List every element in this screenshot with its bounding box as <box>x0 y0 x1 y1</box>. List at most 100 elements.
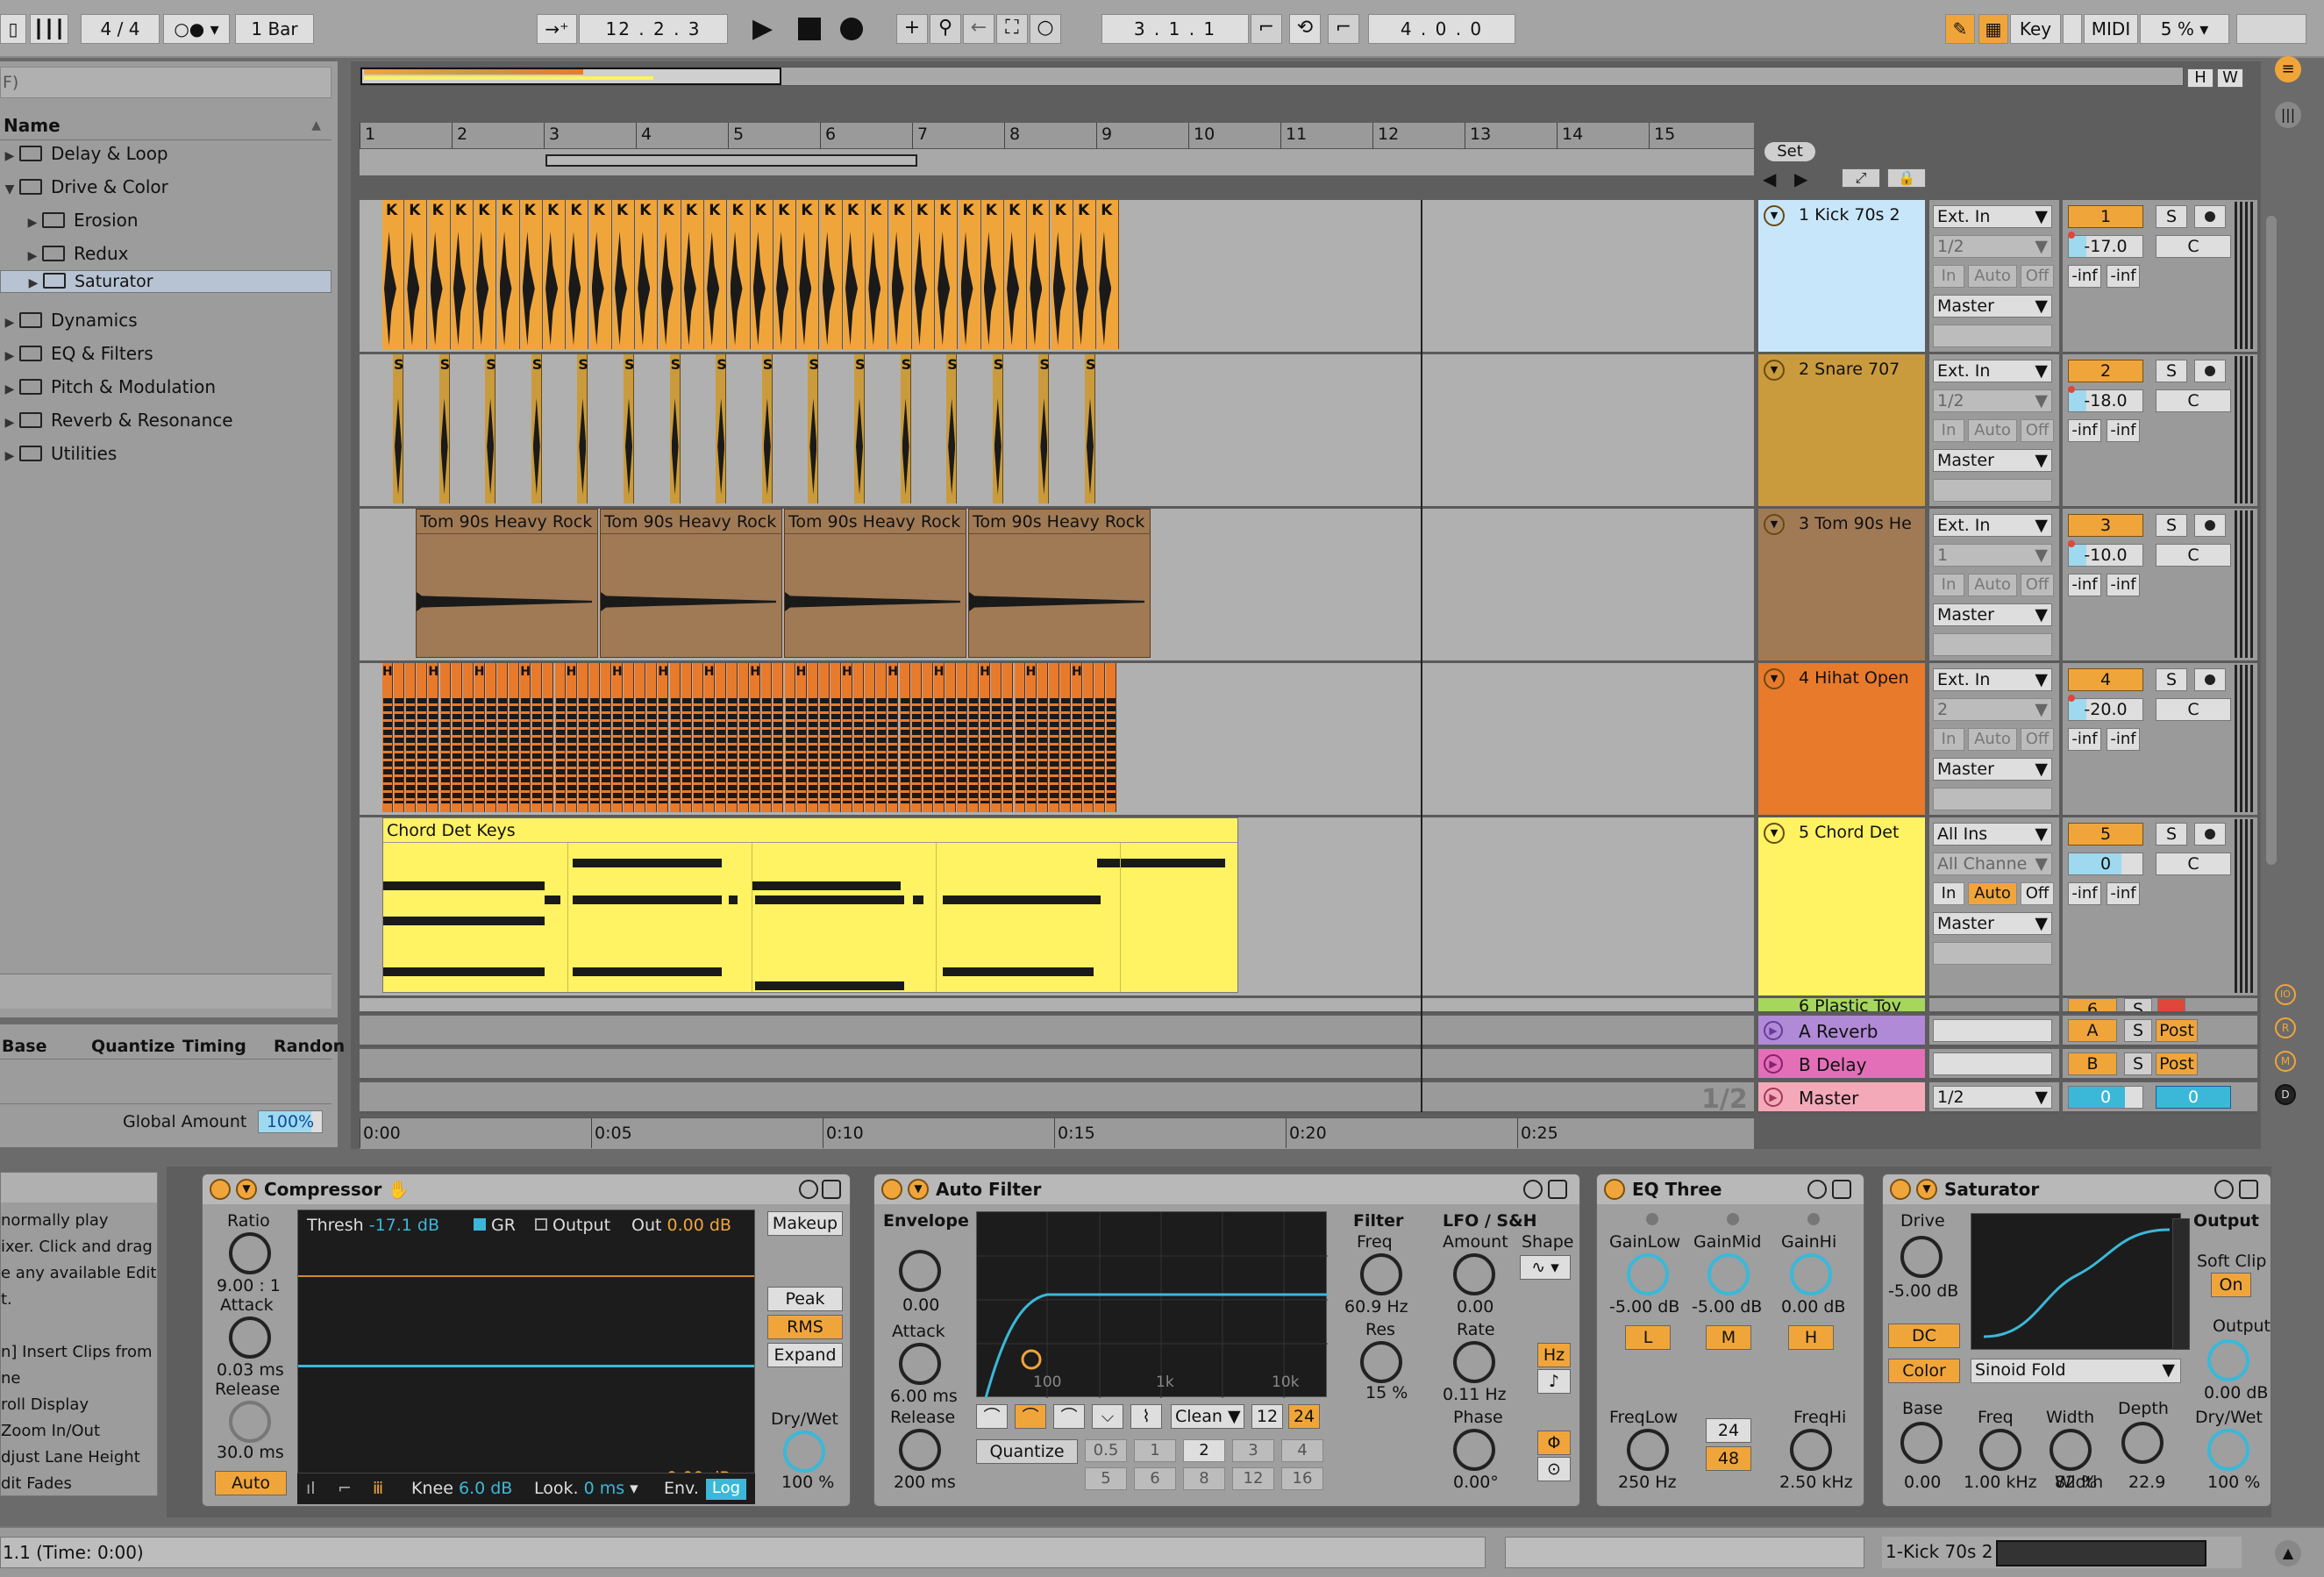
midi-note[interactable] <box>729 896 738 904</box>
audio-clip[interactable] <box>624 663 635 812</box>
fold-icon[interactable]: ▶ <box>1764 1021 1783 1040</box>
quantize-value[interactable]: 5 <box>1085 1467 1127 1490</box>
capture-icon[interactable]: ⛶ <box>996 14 1028 44</box>
draw-mode-icon[interactable]: ✎ <box>1945 14 1975 44</box>
master-pan-field[interactable]: 0 <box>2156 1086 2231 1109</box>
monitor-off-button[interactable]: Off <box>2021 419 2054 442</box>
audio-clip[interactable] <box>1014 663 1025 812</box>
audio-clip[interactable]: H <box>1072 663 1082 812</box>
track-lane-plastic-toy[interactable] <box>360 998 1754 1014</box>
mixer-toggle-icon[interactable]: ||| <box>2275 102 2301 128</box>
fold-icon[interactable]: ▼ <box>1764 514 1785 535</box>
slope-24-button[interactable]: 24 <box>1288 1404 1320 1429</box>
track-lane-chord[interactable]: Chord Det Keys <box>360 817 1754 998</box>
peak-right[interactable]: -inf <box>2107 419 2140 442</box>
output-select[interactable]: Master ▼ <box>1933 603 2052 626</box>
peak-left[interactable]: -inf <box>2068 265 2101 288</box>
audio-clip[interactable]: K <box>428 200 451 349</box>
gain-mid-knob[interactable] <box>1707 1253 1750 1295</box>
track-name[interactable]: 5 Chord Det <box>1799 823 1899 842</box>
audio-clip[interactable]: K <box>382 200 404 349</box>
monitor-off-button[interactable]: Off <box>2021 728 2054 751</box>
makeup-button[interactable]: Makeup <box>767 1211 843 1236</box>
audio-clip[interactable] <box>957 663 967 812</box>
audio-clip[interactable] <box>417 663 428 812</box>
audio-clip[interactable] <box>485 663 496 812</box>
track-activator[interactable]: B <box>2068 1053 2117 1075</box>
audio-clip[interactable]: K <box>820 200 843 349</box>
browser-item[interactable]: ▶ EQ & Filters <box>0 337 331 370</box>
midi-note[interactable] <box>573 967 722 976</box>
low-on-button[interactable]: L <box>1625 1325 1671 1350</box>
audio-clip[interactable] <box>853 663 865 812</box>
browser-item[interactable]: ▶ Redux <box>0 237 331 270</box>
quantize-value[interactable]: 1 <box>1134 1439 1176 1462</box>
audio-clip[interactable]: S <box>854 354 866 503</box>
audio-clip[interactable]: S <box>393 354 404 503</box>
audio-clip[interactable] <box>945 663 956 812</box>
input-channel-select[interactable]: 1/2 ▼ <box>1933 389 2052 412</box>
metronome-grid-icon[interactable]: ┃┃┃ <box>30 14 68 44</box>
midi-note[interactable] <box>1097 859 1225 867</box>
track-name[interactable]: 4 Hihat Open <box>1799 668 1909 688</box>
device-on-icon[interactable] <box>1604 1179 1625 1200</box>
audio-clip[interactable]: K <box>1005 200 1028 349</box>
return-lane-delay[interactable] <box>360 1049 1754 1081</box>
audio-clip[interactable]: K <box>959 200 981 349</box>
track-header[interactable]: ▼ 1 Kick 70s 2 <box>1758 200 1925 354</box>
loop-switch-icon[interactable]: ⟲ <box>1289 14 1321 44</box>
record-icon[interactable] <box>840 18 863 40</box>
volume-field[interactable]: -18.0 <box>2068 389 2143 412</box>
rate-hz-button[interactable]: Hz <box>1537 1343 1571 1367</box>
fold-icon[interactable]: ▼ <box>1764 823 1785 844</box>
auto-release-button[interactable]: Auto <box>215 1471 287 1495</box>
expand-icon[interactable]: ▶ <box>0 439 19 473</box>
audio-clip[interactable]: K <box>1028 200 1051 349</box>
pan-field[interactable]: C <box>2156 235 2231 258</box>
audio-clip[interactable] <box>830 663 841 812</box>
hi-on-button[interactable]: H <box>1788 1325 1834 1350</box>
compressor-display[interactable]: Thresh -17.1 dB GR Output Out 0.00 dB 0.… <box>297 1210 755 1497</box>
audio-clip[interactable] <box>910 663 922 812</box>
browser-item[interactable]: ▶ Delay & Loop <box>0 137 331 170</box>
audio-clip[interactable]: K <box>844 200 866 349</box>
fold-icon[interactable]: ▼ <box>236 1179 257 1200</box>
next-locator-icon[interactable]: ▶ <box>1794 168 1807 189</box>
device-overview-thumbnails[interactable] <box>1996 1540 2206 1566</box>
audio-clip[interactable] <box>692 663 703 812</box>
loop-brace[interactable] <box>545 154 917 167</box>
audio-clip[interactable] <box>439 663 451 812</box>
monitor-off-button[interactable]: Off <box>2021 265 2054 288</box>
audio-clip[interactable] <box>818 663 830 812</box>
arm-icon[interactable] <box>2194 514 2226 537</box>
global-amount-field[interactable]: 100% <box>258 1110 323 1133</box>
track-name[interactable]: 3 Tom 90s He <box>1799 514 1912 533</box>
audio-clip[interactable] <box>991 663 1002 812</box>
track-header[interactable]: ▼ 3 Tom 90s He <box>1758 509 1925 663</box>
device-on-icon[interactable] <box>210 1179 231 1200</box>
audio-clip[interactable] <box>451 663 462 812</box>
audio-clip[interactable] <box>738 663 750 812</box>
highpass-icon[interactable]: ⌒ <box>1015 1404 1046 1429</box>
monitor-in-button[interactable]: In <box>1933 728 1964 751</box>
browser-item[interactable]: ▼ Drive & Color <box>0 170 331 203</box>
tap-icon[interactable]: ▯ <box>0 14 26 44</box>
save-preset-icon[interactable] <box>1548 1180 1567 1199</box>
volume-field[interactable]: -10.0 <box>2068 544 2143 567</box>
audio-clip[interactable] <box>1083 663 1094 812</box>
soft-clip-button[interactable]: On <box>2211 1273 2251 1297</box>
audio-clip[interactable]: H <box>795 663 807 812</box>
audio-clip[interactable] <box>1037 663 1048 812</box>
loop-start-field[interactable]: 3 . 1 . 1 <box>1101 14 1249 44</box>
sort-ascending-icon[interactable]: ▲ <box>311 111 321 140</box>
expand-icon[interactable]: ▶ <box>0 339 19 373</box>
audio-clip[interactable] <box>761 663 773 812</box>
audio-clip[interactable]: S <box>577 354 588 503</box>
audio-clip[interactable] <box>600 663 611 812</box>
midi-map-button[interactable]: MIDI <box>2084 14 2138 44</box>
audio-clip[interactable]: K <box>589 200 612 349</box>
audio-clip[interactable] <box>773 663 784 812</box>
monitor-auto-button[interactable]: Auto <box>1968 574 2017 596</box>
monitor-auto-button[interactable]: Auto <box>1968 728 2017 751</box>
fold-icon[interactable]: ▼ <box>1764 360 1785 381</box>
